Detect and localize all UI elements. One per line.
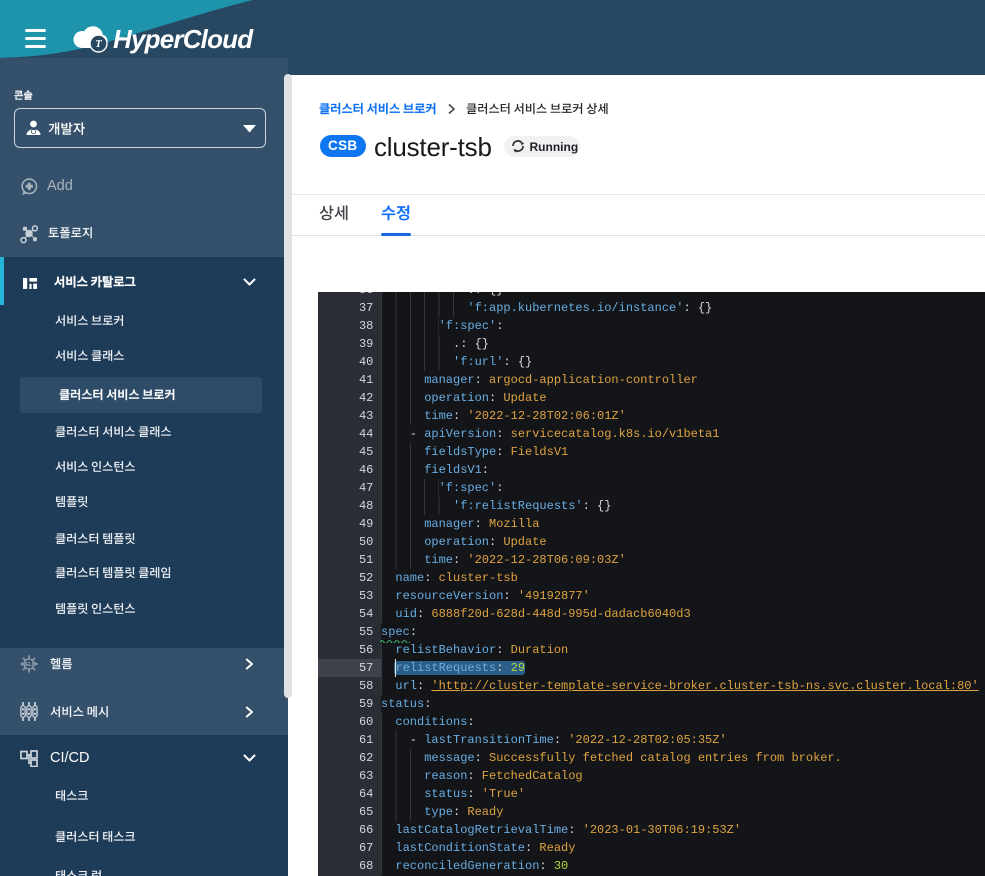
svg-text:T: T: [95, 39, 102, 50]
svg-text:HELM: HELM: [22, 662, 37, 668]
